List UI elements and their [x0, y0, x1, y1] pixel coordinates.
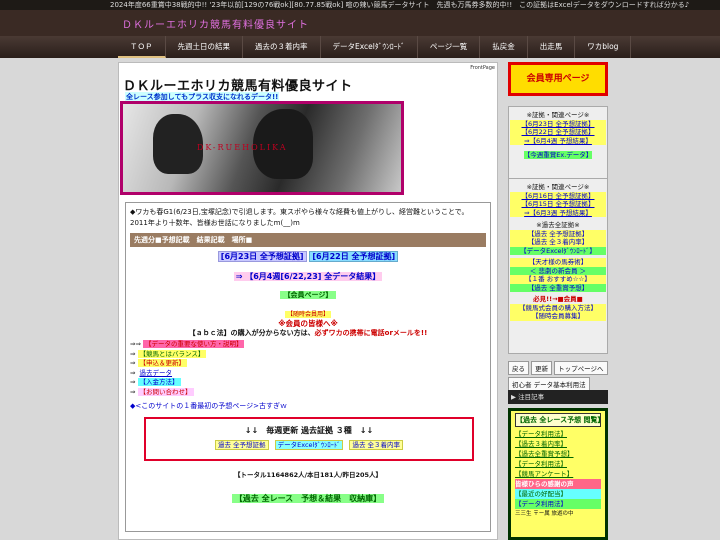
member-notice-block: 【随時会員用】 ※会員の皆様へ※ 【ａｂｃ法】の購入が分からない方は、必ずワカの…: [130, 309, 486, 338]
archive-footer: 三三生 〒ー属 旅遊の中: [515, 511, 574, 517]
panel-link[interactable]: ⇒【6月4週 予想結果】: [510, 136, 606, 145]
banner-title[interactable]: ＤＫルーエホリカ競馬有料優良サイト: [122, 16, 309, 31]
recruit-link[interactable]: 【随時会員用】: [284, 311, 331, 318]
panel-link[interactable]: 【6月16日 全予想証拠】: [510, 191, 606, 200]
archive-item[interactable]: 【競馬アンケート】: [515, 469, 601, 479]
browser-nav-buttons: 戻る 更新 トップページへ 初心者 データ基本利用法: [508, 360, 608, 392]
excel-download-link[interactable]: データExcelﾀﾞｳﾝﾛｰﾄﾞ: [274, 440, 344, 450]
list-item: ⇒ 【入金方法】: [130, 378, 181, 386]
proof-panel-2: ※証拠・関連ページ※ 【6月16日 全予想証拠】 【6月15日 全予想証拠】 ⇒…: [508, 178, 608, 354]
result-link[interactable]: ⇒ 【6月4週[6/22,23] 全データ結果】: [233, 272, 383, 281]
past-proof-link[interactable]: 過去 全予想証拠: [214, 440, 269, 450]
archive-link[interactable]: 【過去 全レース 予想＆結果 収納庫】: [231, 494, 385, 503]
member-page-link[interactable]: 【会員ページ】: [279, 291, 337, 299]
panel-title: ※証拠・関連ページ※: [526, 183, 590, 191]
list-item: ⇒ 【申込＆更新】: [130, 359, 188, 367]
panel-link[interactable]: 【競馬式会員の購入方法】: [510, 303, 606, 312]
nav-excel-download[interactable]: データExcelﾀﾞｳﾝﾛｰﾄﾞ: [321, 36, 418, 58]
beginner-guide-button[interactable]: 初心者 データ基本利用法: [508, 377, 590, 391]
hero-logo: DK-RUEHOLIKA: [197, 143, 288, 152]
content-box: ◆ワカも春G1(6/23日,宝塚記念)で引退します。東スポやら様々な経費も値上が…: [125, 202, 491, 532]
horse-silhouette: [153, 114, 203, 174]
main-content: FrontPage ＤＫルーエホリカ競馬有料優良サイト 全レース参加してもプラス…: [118, 62, 498, 540]
frontpage-label: FrontPage: [470, 65, 495, 71]
nav-past-top3-rate[interactable]: 過去の３着内率: [243, 36, 321, 58]
usage-guide-link[interactable]: 【データの重要な使い方・説明】: [142, 340, 245, 348]
nav-last-weekend-results[interactable]: 先週土日の結果: [166, 36, 243, 58]
proof-link-jun23[interactable]: [6月23日 全予想証拠]: [217, 251, 307, 262]
hero-image: DK-RUEHOLIKA: [120, 101, 404, 195]
panel-link[interactable]: ＜ 悲劇の新会員 ＞: [510, 266, 606, 275]
apply-renew-link[interactable]: 【申込＆更新】: [137, 359, 188, 367]
archive-item[interactable]: 【データ利用法】: [515, 459, 601, 469]
intro-text: ◆ワカも春G1(6/23日,宝塚記念)で引退します。東スポやら様々な経費も値上が…: [130, 208, 469, 227]
member-only-button[interactable]: 会員専用ページ: [508, 62, 608, 96]
horse-race-photo: DK-RUEHOLIKA: [123, 104, 401, 192]
proof-links-row: [6月23日 全予想証拠] [6月22日 全予想証拠]: [130, 251, 486, 263]
archive-item[interactable]: 【過去全重賞予想】: [515, 449, 601, 459]
main-nav: ＴＯＰ 先週土日の結果 過去の３着内率 データExcelﾀﾞｳﾝﾛｰﾄﾞ ページ…: [0, 36, 720, 58]
result-link-row: ⇒ 【6月4週[6/22,23] 全データ結果】: [130, 271, 486, 283]
past-top3-link[interactable]: 過去 全３着内率: [349, 440, 404, 450]
archive-item[interactable]: 【データ利用法】: [515, 429, 601, 439]
balance-link[interactable]: 【競馬とはバランス】: [137, 349, 207, 358]
nav-list: ⇒⇒ 【データの重要な使い方・説明】 ⇒ 【競馬とはバランス】 ⇒ 【申込＆更新…: [130, 340, 486, 397]
section-header: 先週分■予想記載 結果記載 場所■: [130, 233, 486, 247]
weekly-update-links: 過去 全予想証拠 データExcelﾀﾞｳﾝﾛｰﾄﾞ 過去 全３着内率: [146, 439, 472, 450]
panel-link[interactable]: 【随時会員募集】: [510, 312, 606, 321]
past-data-link[interactable]: 過去データ: [138, 369, 175, 377]
weekly-update-heading: ↓↓ 毎週更新 過去証拠 ３種 ↓↓: [244, 426, 374, 435]
list-item: ⇒ 過去データ: [130, 368, 175, 377]
contact-link[interactable]: 【お問い合わせ】: [137, 387, 194, 396]
panel-link[interactable]: ⇒【6月3週 予想結果】: [510, 208, 606, 217]
panel-title: ※証拠・関連ページ※: [526, 111, 590, 119]
recent-payouts-link[interactable]: 【最近の好配当】: [515, 489, 601, 499]
weekly-update-box: ↓↓ 毎週更新 過去証拠 ３種 ↓↓ 過去 全予想証拠 データExcelﾀﾞｳﾝ…: [144, 417, 474, 461]
list-item: ⇒⇒ 【データの重要な使い方・説明】: [130, 340, 245, 348]
panel-link[interactable]: 【天才様の馬券術】: [510, 258, 606, 267]
visitor-counter: 【トータル1164862人/本日181人/昨日205人】: [233, 471, 383, 479]
top-page-button[interactable]: トップページへ: [554, 361, 608, 375]
nav-top[interactable]: ＴＯＰ: [118, 36, 166, 58]
nav-runners[interactable]: 出走馬: [528, 36, 576, 58]
member-notice: ※会員の皆様へ※: [278, 319, 338, 328]
panel-link[interactable]: 【過去 全予想証拠】: [510, 229, 606, 238]
archive-item[interactable]: 【データ利用法】: [515, 499, 601, 509]
nav-blog[interactable]: ワカblog: [575, 36, 632, 58]
proof-link-jun22[interactable]: [6月22日 全予想証拠]: [309, 251, 399, 262]
abc-line: 【ａｂｃ法】の購入が分からない方は、必ずワカの携帯に電話orメールを!!: [130, 328, 486, 338]
archive-heading: 【過去 全レース 予想＆結果 収納庫】: [130, 493, 486, 504]
list-item: ⇒ 【お問い合わせ】: [130, 387, 194, 396]
panel-link[interactable]: 【6月15日 全予想証拠】: [510, 200, 606, 209]
archive-panel: 【過去 全レース予想 閲覧】 【データ利用法】 【過去３着内率】 【過去全重賞予…: [508, 408, 608, 540]
weekly-ex-data-link[interactable]: 【今週重賞Ex.データ】: [523, 151, 593, 159]
right-sidebar: 会員専用ページ ※証拠・関連ページ※ 【6月23日 全予想証拠】 【6月22日 …: [508, 62, 608, 540]
first-prediction-link[interactable]: ◆<このサイトの１番最初の予想ページ>古すぎｗ: [130, 401, 486, 411]
nav-payout[interactable]: 払戻金: [480, 36, 528, 58]
panel-link[interactable]: 【過去 全３着内率】: [510, 238, 606, 247]
panel-link[interactable]: 【過去 全重賞予想】: [510, 283, 606, 292]
nav-page-list[interactable]: ページ一覧: [418, 36, 481, 58]
archive-item[interactable]: 【過去３着内率】: [515, 439, 601, 449]
top-ticker: 2024年度66重賞中38戦的中!! '23年以前[129の76戦ok][80.…: [0, 0, 720, 10]
abc-line-2: 必ずワカの携帯に電話orメールを!!: [314, 329, 428, 337]
panel-link[interactable]: 【6月23日 全予想証拠】: [510, 119, 606, 128]
refresh-button[interactable]: 更新: [531, 361, 553, 375]
archive-panel-heading[interactable]: 【過去 全レース予想 閲覧】: [515, 413, 605, 427]
panel-link[interactable]: 【１番 おすすめ☆☆】: [510, 275, 606, 284]
featured-articles-header: ▶ 注目記事: [508, 390, 608, 404]
site-banner: ＤＫルーエホリカ競馬有料優良サイト: [0, 10, 720, 36]
past-proof-title: ※過去全証拠※: [536, 221, 580, 229]
back-button[interactable]: 戻る: [508, 361, 529, 375]
panel-link[interactable]: 【6月22日 全予想証拠】: [510, 128, 606, 137]
panel-link[interactable]: 【データExcelﾀﾞｳﾝﾛｰﾄﾞ】: [510, 246, 606, 255]
payment-method-link[interactable]: 【入金方法】: [137, 378, 181, 386]
member-page-row: 【会員ページ】: [130, 289, 486, 301]
thanks-voices-link[interactable]: 皆様ひらの感謝の声: [515, 479, 601, 489]
list-item: ⇒ 【競馬とはバランス】: [130, 349, 207, 358]
must-see-link[interactable]: 必見!!→■会員■: [510, 295, 606, 304]
abc-line-1[interactable]: 【ａｂｃ法】の購入が分からない方は、: [189, 329, 315, 337]
